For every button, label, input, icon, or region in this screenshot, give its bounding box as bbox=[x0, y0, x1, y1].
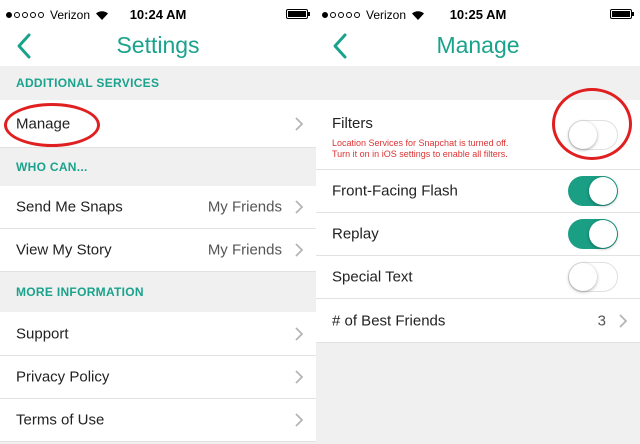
warning-line-2: Turn it on in iOS settings to enable all… bbox=[332, 149, 508, 159]
location-warning: Location Services for Snapchat is turned… bbox=[332, 138, 508, 160]
section-header-who-can: WHO CAN... bbox=[0, 148, 316, 186]
row-label: Send Me Snaps bbox=[16, 198, 123, 216]
best-friends-row[interactable]: # of Best Friends 3 bbox=[316, 299, 640, 343]
front-facing-flash-row: Front-Facing Flash bbox=[316, 170, 640, 213]
chevron-right-icon bbox=[619, 313, 628, 328]
row-label: Privacy Policy bbox=[16, 368, 110, 386]
send-me-snaps-row[interactable]: Send Me Snaps My Friends bbox=[0, 186, 316, 229]
front-facing-flash-toggle[interactable] bbox=[568, 176, 618, 206]
section-header-additional-services: ADDITIONAL SERVICES bbox=[0, 66, 316, 100]
row-label: Replay bbox=[332, 225, 379, 243]
replay-toggle[interactable] bbox=[568, 219, 618, 249]
row-label: # of Best Friends bbox=[332, 312, 446, 329]
view-my-story-row[interactable]: View My Story My Friends bbox=[0, 229, 316, 272]
row-label: Support bbox=[16, 325, 69, 342]
status-time: 10:25 AM bbox=[449, 7, 507, 22]
row-value: 3 bbox=[597, 312, 606, 329]
status-bar: Verizon 10:24 AM bbox=[0, 0, 316, 30]
row-label: View My Story bbox=[16, 241, 112, 259]
replay-row: Replay bbox=[316, 213, 640, 256]
filters-row: Filters Location Services for Snapchat i… bbox=[316, 100, 640, 170]
row-label: Front-Facing Flash bbox=[332, 182, 458, 200]
nav-bar: Settings bbox=[0, 30, 316, 64]
row-label: Special Text bbox=[332, 268, 413, 286]
settings-screen: Verizon 10:24 AM Settings ADDITIONAL SER… bbox=[0, 0, 316, 444]
support-row[interactable]: Support bbox=[0, 312, 316, 356]
row-label: Manage bbox=[16, 115, 71, 132]
chevron-right-icon bbox=[295, 200, 304, 214]
row-value: My Friends bbox=[207, 241, 282, 259]
warning-line-1: Location Services for Snapchat is turned… bbox=[332, 138, 509, 148]
manage-row[interactable]: Manage bbox=[0, 100, 316, 148]
section-spacer bbox=[316, 66, 640, 100]
filters-toggle[interactable] bbox=[568, 119, 618, 150]
battery-icon bbox=[610, 9, 634, 19]
chevron-right-icon bbox=[295, 326, 304, 341]
nav-bar: Manage bbox=[316, 30, 640, 64]
empty-background bbox=[316, 343, 640, 444]
chevron-right-icon bbox=[295, 116, 304, 131]
row-value: My Friends bbox=[207, 198, 282, 216]
page-title: Manage bbox=[436, 32, 520, 58]
special-text-row: Special Text bbox=[316, 256, 640, 299]
privacy-policy-row[interactable]: Privacy Policy bbox=[0, 356, 316, 399]
status-time: 10:24 AM bbox=[129, 7, 187, 22]
terms-of-use-row[interactable]: Terms of Use bbox=[0, 399, 316, 442]
status-bar: Verizon 10:25 AM bbox=[316, 0, 640, 30]
row-label: Filters bbox=[332, 115, 373, 132]
page-title: Settings bbox=[116, 32, 200, 58]
manage-screen: Verizon 10:25 AM Manage Filters Location… bbox=[316, 0, 640, 444]
chevron-right-icon bbox=[295, 413, 304, 427]
row-label: Terms of Use bbox=[16, 411, 105, 429]
chevron-right-icon bbox=[295, 370, 304, 384]
chevron-right-icon bbox=[295, 243, 304, 257]
section-header-more-information: MORE INFORMATION bbox=[0, 272, 316, 312]
battery-icon bbox=[286, 9, 310, 19]
special-text-toggle[interactable] bbox=[568, 262, 618, 292]
